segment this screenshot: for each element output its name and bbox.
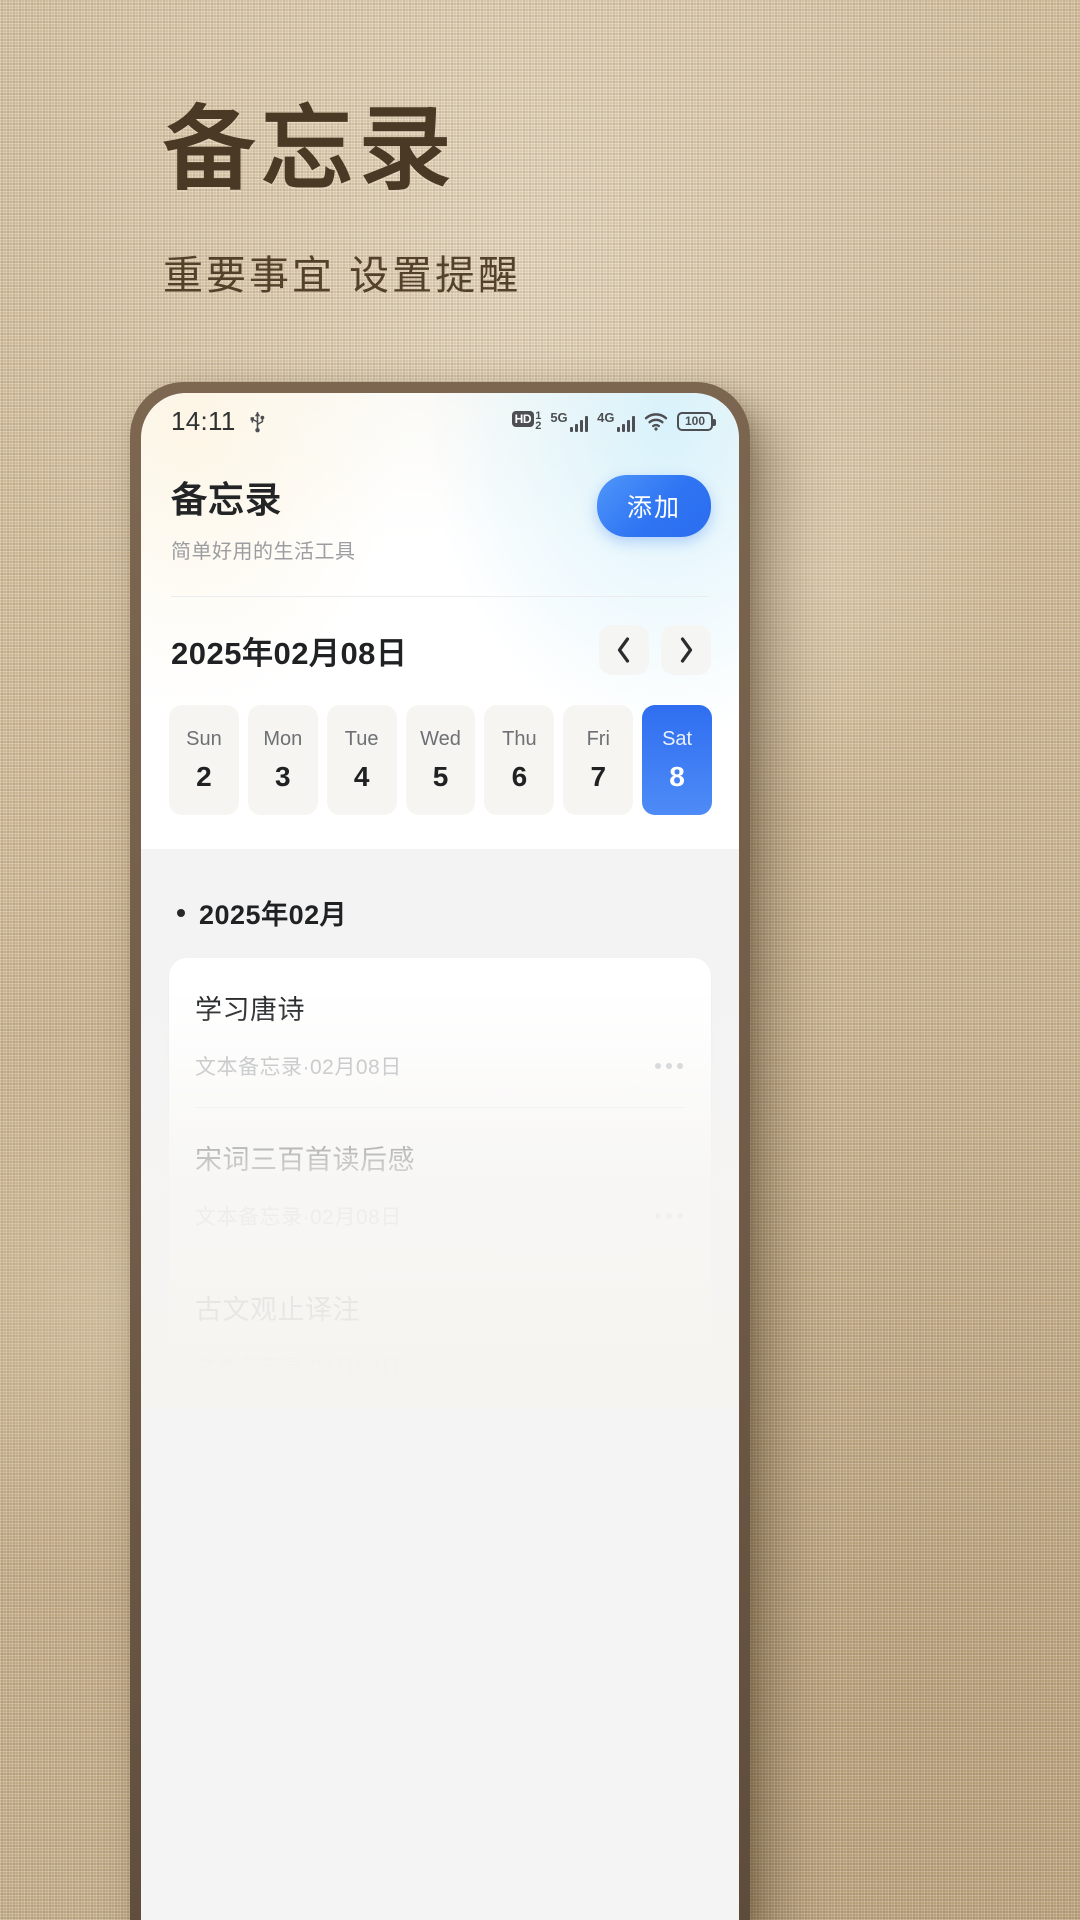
week-day-name: Sun bbox=[186, 728, 222, 750]
poster-title: 备忘录 bbox=[163, 99, 458, 201]
week-day-cell-sat[interactable]: Sat 8 bbox=[642, 705, 713, 815]
notes-list-area: 2025年02月 学习唐诗 文本备忘录·02月08日 宋词三百首读后感 文本备忘录·0… bbox=[141, 849, 739, 1409]
note-title: 宋词三百首读后感 bbox=[195, 1145, 415, 1175]
signal-5g-icon: 5G bbox=[550, 409, 589, 432]
week-day-name: Fri bbox=[586, 728, 610, 750]
network-type-primary: 5G bbox=[550, 409, 568, 425]
note-meta: 文本备忘录·02月08日 bbox=[195, 1056, 402, 1079]
week-day-number: 7 bbox=[590, 761, 607, 792]
date-nav-buttons bbox=[599, 625, 711, 675]
battery-icon: 100 bbox=[677, 411, 716, 431]
hd-label: HD bbox=[511, 410, 535, 427]
phone-device-frame: 14:11 HD 1 2 5G 4G 100 备忘录 简单好用的生活工具 添加 … bbox=[130, 382, 750, 1920]
note-title: 学习唐诗 bbox=[195, 995, 305, 1025]
note-item[interactable]: 宋词三百首读后感文本备忘录·02月08日 bbox=[195, 1108, 685, 1258]
hd-sim-2: 2 bbox=[535, 420, 542, 432]
usb-icon bbox=[250, 412, 264, 433]
week-day-cell-fri[interactable]: Fri 7 bbox=[563, 705, 634, 815]
app-slogan: 简单好用的生活工具 bbox=[171, 541, 356, 563]
signal-bars-primary bbox=[569, 415, 589, 432]
bullet-icon bbox=[177, 908, 185, 917]
week-day-name: Mon bbox=[263, 728, 303, 750]
week-day-name: Thu bbox=[502, 728, 537, 750]
app-header-text: 备忘录 简单好用的生活工具 bbox=[171, 471, 356, 564]
date-navigation-row: 2025年02月08日 bbox=[141, 597, 739, 675]
week-day-number: 4 bbox=[353, 761, 370, 792]
hd-voice-icon: HD 1 2 bbox=[511, 410, 542, 432]
week-day-cell-thu[interactable]: Thu 6 bbox=[484, 705, 555, 815]
week-day-name: Tue bbox=[344, 728, 379, 750]
week-day-cell-mon[interactable]: Mon 3 bbox=[247, 705, 318, 815]
previous-day-button[interactable] bbox=[599, 625, 649, 675]
week-day-cell-wed[interactable]: Wed 5 bbox=[405, 705, 476, 815]
app-header: 备忘录 简单好用的生活工具 添加 bbox=[141, 449, 739, 564]
notes-section-header: 2025年02月 bbox=[141, 893, 739, 932]
week-day-number: 3 bbox=[275, 761, 291, 792]
note-item[interactable]: 古文观止译注文本备忘录·02月08日 bbox=[195, 1258, 685, 1407]
chevron-right-icon bbox=[680, 637, 693, 663]
more-horizontal-icon[interactable] bbox=[653, 1055, 685, 1077]
more-horizontal-icon[interactable] bbox=[653, 1205, 685, 1227]
week-day-name: Wed bbox=[420, 728, 461, 750]
week-day-cell-tue[interactable]: Tue 4 bbox=[326, 705, 397, 815]
poster-subtitle: 重要事宜 设置提醒 bbox=[163, 254, 522, 298]
current-date-label: 2025年02月08日 bbox=[171, 635, 408, 671]
week-day-number: 5 bbox=[432, 761, 449, 792]
week-day-cell-sun[interactable]: Sun 2 bbox=[169, 705, 239, 815]
signal-4g-icon: 4G bbox=[597, 411, 635, 432]
week-day-name: Sat bbox=[662, 728, 693, 750]
status-time: 14:11 bbox=[171, 405, 236, 436]
add-note-button[interactable]: 添加 bbox=[596, 475, 711, 537]
note-meta: 文本备忘录·02月08日 bbox=[195, 1356, 402, 1379]
status-bar: 14:11 HD 1 2 5G 4G 100 bbox=[141, 393, 739, 449]
phone-screen: 14:11 HD 1 2 5G 4G 100 备忘录 简单好用的生活工具 添加 … bbox=[141, 393, 739, 1920]
next-day-button[interactable] bbox=[661, 625, 711, 675]
app-top-section: 14:11 HD 1 2 5G 4G 100 备忘录 简单好用的生活工具 添加 … bbox=[141, 393, 739, 849]
hd-sim-numbers: 1 2 bbox=[535, 410, 542, 432]
note-meta-row: 文本备忘录·02月08日 bbox=[195, 1201, 685, 1231]
poster-text-block: 备忘录 重要事宜 设置提醒 bbox=[163, 104, 943, 300]
note-meta-row: 文本备忘录·02月08日 bbox=[195, 1351, 685, 1381]
chevron-left-icon bbox=[617, 637, 630, 663]
status-bar-right: HD 1 2 5G 4G 100 bbox=[511, 409, 716, 432]
note-title: 古文观止译注 bbox=[195, 1295, 360, 1325]
note-meta: 文本备忘录·02月08日 bbox=[195, 1206, 402, 1229]
week-day-strip: Sun 2 Mon 3 Tue 4 Wed 5 Thu 6 Fri 7 Sat 8 bbox=[141, 675, 739, 849]
week-day-number: 2 bbox=[196, 761, 212, 792]
signal-bars-secondary bbox=[616, 415, 635, 432]
note-item[interactable]: 学习唐诗文本备忘录·02月08日 bbox=[195, 958, 685, 1108]
notes-card: 学习唐诗 文本备忘录·02月08日 宋词三百首读后感 文本备忘录·02月08日 古文观止… bbox=[169, 958, 711, 1407]
week-day-number: 6 bbox=[511, 761, 528, 792]
app-title: 备忘录 bbox=[171, 479, 283, 520]
network-type-secondary: 4G bbox=[597, 409, 615, 425]
status-bar-left: 14:11 bbox=[171, 406, 266, 437]
notes-section-title: 2025年02月 bbox=[199, 900, 348, 930]
battery-level: 100 bbox=[684, 414, 706, 428]
week-day-number: 8 bbox=[669, 761, 685, 792]
more-horizontal-icon[interactable] bbox=[653, 1355, 685, 1377]
note-meta-row: 文本备忘录·02月08日 bbox=[195, 1051, 685, 1081]
wifi-icon bbox=[644, 412, 668, 431]
